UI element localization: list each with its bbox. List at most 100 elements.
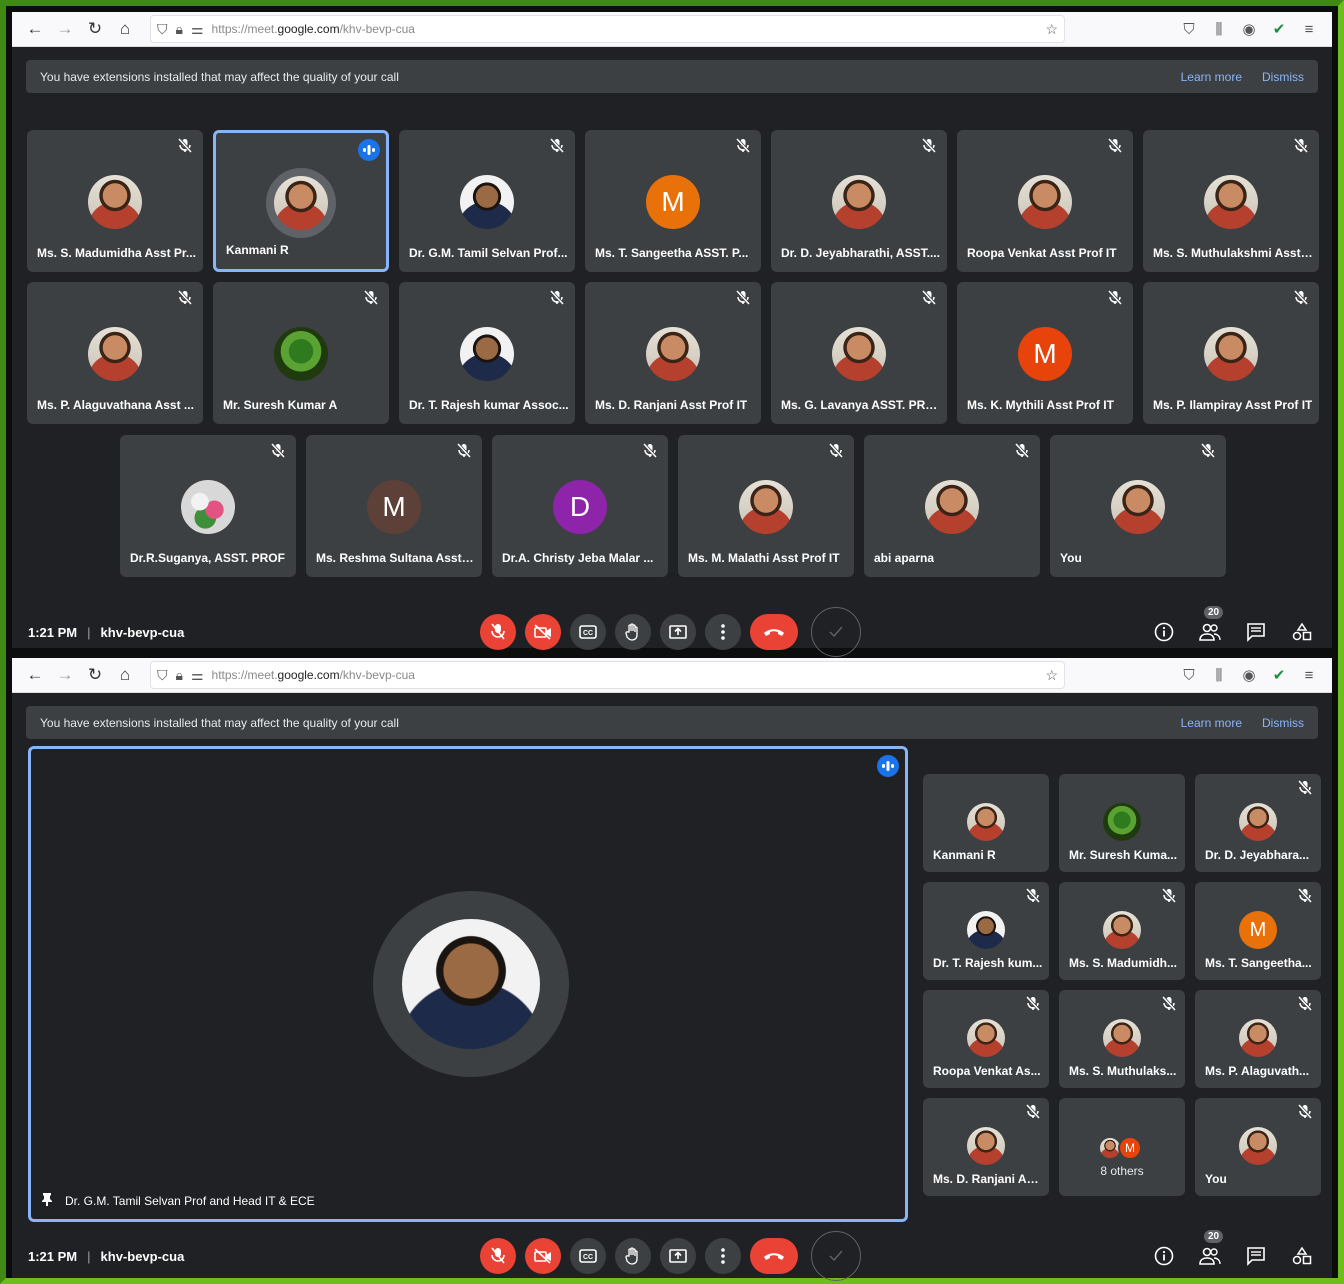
captions-button[interactable]: CC (570, 1238, 606, 1274)
chat-icon (1246, 1246, 1266, 1266)
participant-tile[interactable]: Roopa Venkat Asst Prof IT (957, 130, 1133, 272)
library-icon[interactable]: ⫼ (1204, 21, 1234, 38)
activities-button[interactable] (1290, 1244, 1314, 1268)
check-icon[interactable]: ✔ (1264, 666, 1294, 684)
home-icon[interactable]: ⌂ (110, 660, 140, 690)
participant-tile[interactable]: M Ms. K. Mythili Asst Prof IT (957, 282, 1133, 424)
camera-off-button[interactable] (525, 1238, 561, 1274)
participant-tile[interactable]: Kanmani R (213, 130, 389, 272)
participant-tile[interactable]: Dr.R.Suganya, ASST. PROF (120, 435, 296, 577)
participant-name: Dr. D. Jeyabharathi, ASST.... (781, 246, 940, 260)
participant-tile[interactable]: Dr. T. Rajesh kumar Assoc... (399, 282, 575, 424)
participant-tile[interactable]: You (1195, 1098, 1321, 1196)
pin-icon[interactable] (41, 1192, 53, 1209)
reload-icon[interactable]: ↻ (80, 660, 110, 690)
svg-text:CC: CC (583, 1254, 593, 1261)
forward-icon[interactable]: → (50, 14, 80, 44)
participant-name: Kanmani R (933, 848, 996, 862)
participant-tile[interactable]: Ms. P. Alaguvathana Asst ... (27, 282, 203, 424)
participant-name: Dr. T. Rajesh kum... (933, 956, 1043, 970)
chat-button[interactable] (1244, 620, 1268, 644)
people-button[interactable]: 20 (1198, 606, 1224, 644)
check-icon[interactable]: ✔ (1264, 20, 1294, 38)
reload-icon[interactable]: ↻ (80, 14, 110, 44)
mic-off-icon (1295, 994, 1315, 1014)
participant-tile[interactable]: Ms. S. Muthulakshmi Asst ... (1143, 130, 1319, 272)
participant-tile[interactable]: Kanmani R (923, 774, 1049, 872)
participant-tile[interactable]: D Dr.A. Christy Jeba Malar ... (492, 435, 668, 577)
participant-tile[interactable]: Ms. S. Madumidh... (1059, 882, 1185, 980)
forward-icon[interactable]: → (50, 660, 80, 690)
participant-tile[interactable]: Ms. S. Muthulaks... (1059, 990, 1185, 1088)
info-button[interactable] (1152, 1244, 1176, 1268)
participant-name: Mr. Suresh Kumar A (223, 398, 338, 412)
participant-tile[interactable]: Dr. D. Jeyabhara... (1195, 774, 1321, 872)
present-button[interactable] (660, 614, 696, 650)
learn-more-link[interactable]: Learn more (1181, 70, 1242, 84)
menu-icon[interactable]: ≡ (1294, 667, 1324, 684)
participant-tile[interactable]: Ms. P. Alaguvath... (1195, 990, 1321, 1088)
back-icon[interactable]: ← (20, 14, 50, 44)
captions-button[interactable]: CC (570, 614, 606, 650)
participant-tile[interactable]: Ms. D. Ranjani As... (923, 1098, 1049, 1196)
extension-icon[interactable]: ◉ (1234, 20, 1264, 38)
back-icon[interactable]: ← (20, 660, 50, 690)
dismiss-link[interactable]: Dismiss (1262, 70, 1304, 84)
participant-tile[interactable]: Ms. P. Ilampiray Asst Prof IT (1143, 282, 1319, 424)
participant-tile[interactable]: abi aparna (864, 435, 1040, 577)
participant-tile[interactable]: Ms. M. Malathi Asst Prof IT (678, 435, 854, 577)
check-button[interactable] (811, 1231, 861, 1281)
info-button[interactable] (1152, 620, 1176, 644)
people-button[interactable]: 20 (1198, 1230, 1224, 1268)
pocket-icon[interactable]: ⛉ (1174, 21, 1204, 38)
home-icon[interactable]: ⌂ (110, 14, 140, 44)
participant-name: Ms. P. Alaguvath... (1205, 1064, 1310, 1078)
speaker-avatar (402, 919, 540, 1049)
spotlight-tile[interactable]: Dr. G.M. Tamil Selvan Prof and Head IT &… (28, 746, 908, 1222)
participant-tile[interactable]: Ms. G. Lavanya ASST. PROF (771, 282, 947, 424)
library-icon[interactable]: ⫼ (1204, 667, 1234, 684)
participant-tile[interactable]: M Ms. T. Sangeetha ASST. P... (585, 130, 761, 272)
camera-off-button[interactable] (525, 614, 561, 650)
mic-off-button[interactable] (480, 614, 516, 650)
menu-icon[interactable]: ≡ (1294, 21, 1324, 38)
star-icon[interactable]: ☆ (1045, 21, 1058, 38)
participant-tile[interactable]: Dr. D. Jeyabharathi, ASST.... (771, 130, 947, 272)
participant-name: You (1205, 1172, 1227, 1186)
participant-tile[interactable]: M Ms. T. Sangeetha... (1195, 882, 1321, 980)
check-button[interactable] (811, 607, 861, 657)
meet-grid-screen: ← → ↻ ⌂ ⛉ 🔒︎ ⚌ https://meet.google.com/k… (12, 12, 1332, 657)
activities-button[interactable] (1290, 620, 1314, 644)
extension-icon[interactable]: ◉ (1234, 666, 1264, 684)
end-call-button[interactable] (750, 614, 798, 650)
participant-tile[interactable]: Dr. T. Rajesh kum... (923, 882, 1049, 980)
mic-off-button[interactable] (480, 1238, 516, 1274)
more-options-button[interactable] (705, 614, 741, 650)
mic-off-icon (919, 288, 939, 308)
address-bar[interactable]: ⛉ 🔒︎ ⚌ https://meet.google.com/khv-bevp-… (150, 661, 1065, 689)
participant-tile[interactable]: Mr. Suresh Kuma... (1059, 774, 1185, 872)
learn-more-link[interactable]: Learn more (1181, 716, 1242, 730)
participant-photo (1103, 1019, 1141, 1057)
participant-tile[interactable]: M Ms. Reshma Sultana Asst. ... (306, 435, 482, 577)
participant-tile[interactable]: Ms. S. Madumidha Asst Pr... (27, 130, 203, 272)
star-icon[interactable]: ☆ (1045, 667, 1058, 684)
dismiss-link[interactable]: Dismiss (1262, 716, 1304, 730)
participant-name: Ms. Reshma Sultana Asst. ... (316, 551, 476, 565)
present-button[interactable] (660, 1238, 696, 1274)
lock-icon: 🔒︎ (175, 20, 183, 37)
participant-tile[interactable]: Mr. Suresh Kumar A (213, 282, 389, 424)
present-icon (669, 1249, 687, 1263)
pocket-icon[interactable]: ⛉ (1174, 667, 1204, 684)
more-options-button[interactable] (705, 1238, 741, 1274)
raise-hand-button[interactable] (615, 1238, 651, 1274)
address-bar[interactable]: ⛉ 🔒︎ ⚌ https://meet.google.com/khv-bevp-… (150, 15, 1065, 43)
participant-tile[interactable]: Roopa Venkat As... (923, 990, 1049, 1088)
participant-tile[interactable]: M 8 others (1059, 1098, 1185, 1196)
raise-hand-button[interactable] (615, 614, 651, 650)
chat-button[interactable] (1244, 1244, 1268, 1268)
participant-tile[interactable]: You (1050, 435, 1226, 577)
participant-tile[interactable]: Dr. G.M. Tamil Selvan Prof... (399, 130, 575, 272)
end-call-button[interactable] (750, 1238, 798, 1274)
participant-tile[interactable]: Ms. D. Ranjani Asst Prof IT (585, 282, 761, 424)
